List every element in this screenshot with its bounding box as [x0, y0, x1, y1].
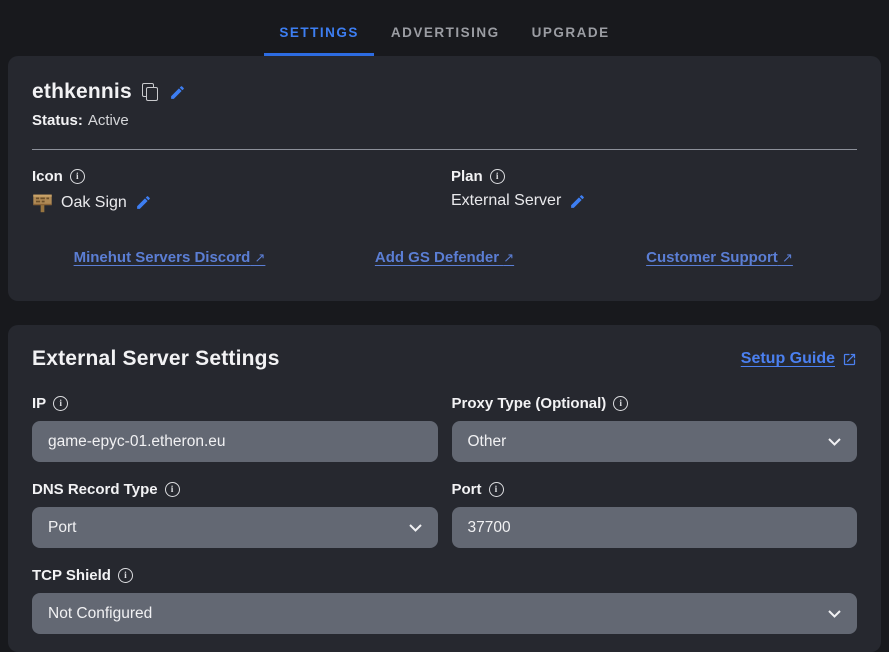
link-add-gs-defender[interactable]: Add GS Defender ↗: [375, 249, 514, 266]
tcp-shield-label: TCP Shield: [32, 567, 111, 584]
ip-label: IP: [32, 395, 46, 412]
dns-record-type-value: Port: [48, 519, 76, 537]
external-arrow-icon: ↗: [782, 250, 793, 265]
port-field-group: Port: [452, 481, 858, 548]
ip-field-group: IP: [32, 395, 438, 462]
icon-label: Icon: [32, 168, 63, 185]
info-icon[interactable]: [70, 169, 85, 184]
tcp-shield-value: Not Configured: [48, 605, 152, 623]
server-icon-value: Oak Sign: [61, 194, 127, 212]
info-icon[interactable]: [118, 568, 133, 583]
proxy-type-label: Proxy Type (Optional): [452, 395, 607, 412]
setup-guide-link[interactable]: Setup Guide: [741, 350, 857, 368]
chevron-down-icon: [828, 610, 841, 618]
proxy-type-select[interactable]: Other: [452, 421, 858, 462]
chevron-down-icon: [828, 438, 841, 446]
status-value: Active: [88, 112, 129, 129]
tcp-shield-field-group: TCP Shield Not Configured: [32, 567, 857, 634]
server-icon-section: Icon Oak Sign: [32, 168, 438, 213]
edit-plan-icon[interactable]: [569, 193, 586, 210]
edit-server-name-icon[interactable]: [169, 84, 186, 101]
server-plan-section: Plan External Server: [451, 168, 857, 213]
dns-record-type-field-group: DNS Record Type Port: [32, 481, 438, 548]
proxy-type-value: Other: [468, 433, 507, 451]
link-minehut-servers-discord[interactable]: Minehut Servers Discord ↗: [74, 249, 266, 266]
link-customer-support[interactable]: Customer Support ↗: [646, 249, 793, 266]
dns-record-type-select[interactable]: Port: [32, 507, 438, 548]
tab-upgrade[interactable]: UPGRADE: [517, 7, 625, 56]
setup-guide-label: Setup Guide: [741, 350, 835, 368]
external-arrow-icon: ↗: [503, 250, 514, 265]
chevron-down-icon: [409, 524, 422, 532]
link-label: Add GS Defender: [375, 249, 499, 266]
external-settings-title: External Server Settings: [32, 347, 280, 371]
edit-icon-icon[interactable]: [135, 194, 152, 211]
oak-sign-icon: [32, 192, 53, 213]
plan-label: Plan: [451, 168, 483, 185]
external-server-settings-card: External Server Settings Setup Guide IP …: [8, 325, 881, 652]
info-icon[interactable]: [489, 482, 504, 497]
open-in-new-icon: [842, 352, 857, 367]
server-plan-value: External Server: [451, 192, 561, 210]
server-status: Status: Active: [32, 112, 857, 129]
info-icon[interactable]: [165, 482, 180, 497]
copy-icon[interactable]: [142, 83, 159, 102]
tcp-shield-select[interactable]: Not Configured: [32, 593, 857, 634]
proxy-type-field-group: Proxy Type (Optional) Other: [452, 395, 858, 462]
link-label: Customer Support: [646, 249, 778, 266]
server-overview-card: ethkennis Status: Active Icon: [8, 56, 881, 301]
external-arrow-icon: ↗: [254, 250, 265, 265]
link-label: Minehut Servers Discord: [74, 249, 251, 266]
info-icon[interactable]: [490, 169, 505, 184]
server-name: ethkennis: [32, 80, 132, 104]
status-label: Status:: [32, 112, 83, 129]
port-label: Port: [452, 481, 482, 498]
divider: [32, 149, 857, 150]
tab-advertising[interactable]: ADVERTISING: [376, 7, 515, 56]
dns-record-type-label: DNS Record Type: [32, 481, 158, 498]
port-input[interactable]: [452, 507, 858, 548]
tab-settings[interactable]: SETTINGS: [264, 7, 374, 56]
top-tab-bar: SETTINGS ADVERTISING UPGRADE: [0, 0, 889, 56]
ip-input[interactable]: [32, 421, 438, 462]
info-icon[interactable]: [53, 396, 68, 411]
info-icon[interactable]: [613, 396, 628, 411]
